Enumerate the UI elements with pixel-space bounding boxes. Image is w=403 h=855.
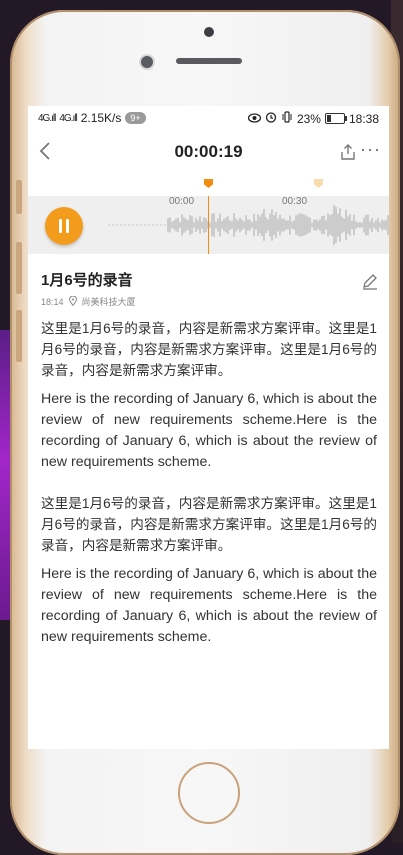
tick-label-start: 00:00 — [169, 196, 195, 207]
more-icon: ··· — [360, 139, 381, 159]
pause-button[interactable] — [45, 207, 83, 245]
recording-meta: 18:14 尚美科技大厦 — [41, 295, 377, 308]
share-icon — [341, 144, 355, 160]
pencil-icon — [363, 274, 377, 290]
earpiece-speaker — [176, 58, 242, 64]
signal-strength-2: 4G.ıll — [59, 112, 77, 124]
recording-title: 1月6号的录音 — [41, 272, 133, 289]
bookmark-marker[interactable] — [314, 179, 323, 188]
recording-time: 18:14 — [41, 296, 64, 307]
more-button[interactable]: ··· — [360, 139, 381, 160]
front-camera — [141, 56, 153, 68]
transcript-paragraph-zh-2: 这里是1月6号的录音，内容是新需求方案评审。这里是1月6号的录音，内容是新需求方… — [41, 496, 377, 553]
playhead[interactable] — [208, 196, 209, 254]
current-position-marker[interactable] — [204, 179, 213, 188]
volume-down-button — [16, 310, 22, 362]
signal-strength-1: 4G.ıll — [38, 112, 56, 124]
share-button[interactable] — [339, 143, 357, 161]
recording-location: 尚美科技大厦 — [81, 297, 136, 307]
nav-bar: 00:00:19 ··· — [28, 130, 389, 174]
app-screen: 4G.ıll 4G.ıll 2.15K/s 9+ 23% 18:38 00:00… — [28, 106, 389, 749]
notification-badge: 9+ — [125, 112, 146, 124]
transcript-paragraph-zh-1: 这里是1月6号的录音，内容是新需求方案评审。这里是1月6号的录音，内容是新需求方… — [41, 321, 377, 378]
eye-icon — [247, 112, 262, 126]
status-bar: 4G.ıll 4G.ıll 2.15K/s 9+ 23% 18:38 — [28, 106, 389, 130]
elapsed-time: 00:00:19 — [174, 142, 243, 161]
edit-button[interactable] — [361, 272, 379, 290]
clock: 18:38 — [348, 111, 379, 126]
recording-detail: 1月6号的录音 18:14 尚美科技大厦 这里是1月6号的录音，内容是新需求方案… — [41, 270, 377, 648]
battery-percent: 23% — [296, 111, 321, 126]
vibrate-icon — [281, 111, 293, 126]
proximity-sensor — [204, 27, 214, 37]
volume-up-button — [16, 242, 22, 294]
transcript-paragraph-en-2: Here is the recording of January 6, whic… — [41, 566, 377, 645]
battery-icon — [324, 113, 347, 124]
mute-switch — [16, 180, 22, 214]
location-pin-icon — [68, 295, 77, 308]
transcript-paragraph-en-1: Here is the recording of January 6, whic… — [41, 391, 377, 470]
tick-label-30s: 00:30 — [282, 196, 308, 207]
home-button[interactable] — [178, 762, 240, 824]
network-speed: 2.15K/s — [80, 111, 122, 125]
alarm-icon — [265, 111, 277, 126]
